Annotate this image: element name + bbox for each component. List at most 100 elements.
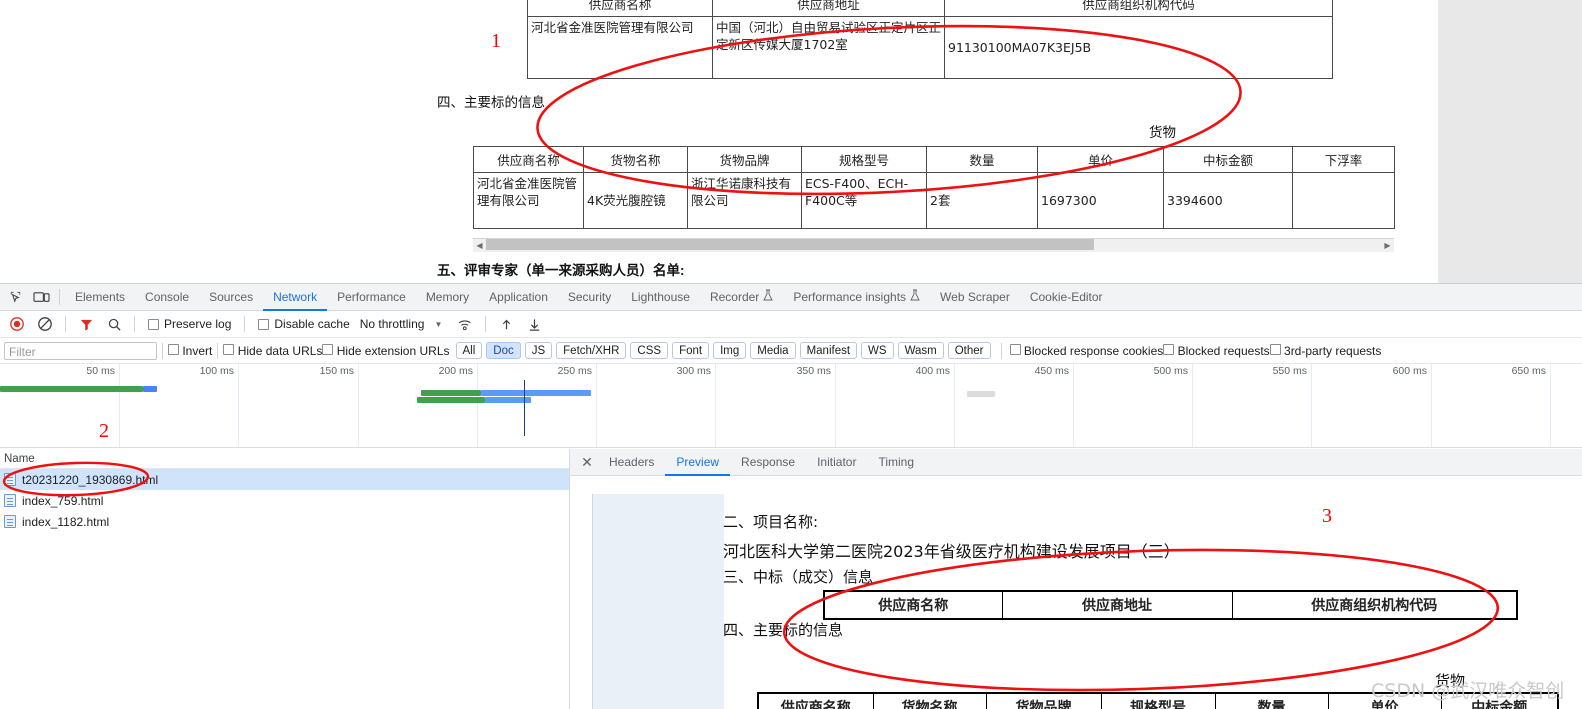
- detail-tab-preview[interactable]: Preview: [665, 449, 730, 476]
- preview-th-supplier-address: 供应商地址: [1002, 591, 1232, 619]
- overview-tick-label: 400 ms: [884, 365, 950, 377]
- disable-cache-label: Disable cache: [274, 317, 349, 331]
- request-detail-pane: ✕ HeadersPreviewResponseInitiatorTiming …: [570, 449, 1582, 709]
- tab-security[interactable]: Security: [558, 284, 621, 311]
- third-party-requests-box[interactable]: [1270, 344, 1281, 355]
- type-filter-js[interactable]: JS: [525, 342, 552, 359]
- request-row[interactable]: index_1182.html: [0, 511, 569, 532]
- wifi-icon[interactable]: [452, 312, 478, 336]
- throttling-select[interactable]: No throttling: [360, 317, 425, 331]
- blocked-requests-label: Blocked requests: [1178, 344, 1270, 358]
- annotation-number-2: 2: [99, 420, 109, 443]
- detail-tab-response[interactable]: Response: [730, 449, 806, 476]
- invert-box[interactable]: [168, 344, 179, 355]
- devtools-tabbar: ElementsConsoleSources Network Performance…: [0, 284, 1582, 311]
- overview-gridline: [477, 364, 478, 447]
- scroll-left-arrow[interactable]: ◀: [473, 239, 486, 252]
- type-filter-wasm[interactable]: Wasm: [898, 342, 944, 359]
- clear-icon[interactable]: [32, 312, 58, 336]
- resource-type-filters: AllDoc JSFetch/XHRCSSFontImgMedia Manifest…: [454, 342, 993, 359]
- import-har-icon[interactable]: [493, 312, 519, 336]
- chevron-down-icon[interactable]: ▼: [434, 320, 442, 329]
- tab-web-scraper[interactable]: Web Scraper: [930, 284, 1020, 311]
- hide-extension-urls-box[interactable]: [322, 344, 333, 355]
- tab-memory[interactable]: Memory: [416, 284, 479, 311]
- tab-sources[interactable]: Sources: [199, 284, 263, 311]
- network-overview-timeline[interactable]: 50 ms100 ms150 ms200 ms250 ms300 ms350 m…: [0, 364, 1582, 448]
- type-filter-all[interactable]: All: [456, 342, 483, 359]
- hide-data-urls-label: Hide data URLs: [238, 344, 323, 358]
- filter-input[interactable]: Filter: [4, 342, 157, 360]
- tab-elements[interactable]: Elements: [65, 284, 135, 311]
- tab-performance[interactable]: Performance: [327, 284, 416, 311]
- blocked-requests-checkbox[interactable]: Blocked requests: [1163, 344, 1269, 358]
- type-filter-img[interactable]: Img: [713, 342, 746, 359]
- detail-tab-initiator[interactable]: Initiator: [806, 449, 867, 476]
- type-filter-css[interactable]: CSS: [630, 342, 668, 359]
- goods-table-hscrollbar[interactable]: ◀ ▶: [473, 238, 1394, 251]
- filterbar-divider-3: [1001, 343, 1002, 359]
- detail-tab-headers[interactable]: Headers: [598, 449, 665, 476]
- td-goods-model: ECS-F400、ECH-F400C等: [802, 173, 927, 229]
- disable-cache-checkbox[interactable]: Disable cache: [258, 317, 349, 331]
- search-icon[interactable]: [101, 312, 127, 336]
- tab-recorder[interactable]: Recorder: [700, 284, 783, 311]
- blocked-response-cookies-box[interactable]: [1010, 344, 1021, 355]
- close-icon[interactable]: ✕: [576, 451, 598, 473]
- tab-performance-insights[interactable]: Performance insights: [783, 284, 930, 311]
- overview-tick-label: 300 ms: [645, 365, 711, 377]
- type-filter-ws[interactable]: WS: [861, 342, 894, 359]
- hide-extension-urls-checkbox[interactable]: Hide extension URLs: [322, 344, 449, 358]
- table-header-row: 供应商名称 供应商地址 供应商组织机构代码: [528, 0, 1333, 17]
- type-filter-font[interactable]: Font: [672, 342, 709, 359]
- inspect-element-icon[interactable]: [2, 285, 28, 309]
- overview-gridline: [835, 364, 836, 447]
- tab-console[interactable]: Console: [135, 284, 199, 311]
- detail-tabbar: ✕ HeadersPreviewResponseInitiatorTiming: [570, 449, 1582, 476]
- toolbar-divider-1: [65, 316, 66, 332]
- filter-icon[interactable]: [73, 312, 99, 336]
- blocked-response-cookies-checkbox[interactable]: Blocked response cookies: [1010, 344, 1164, 358]
- tab-application[interactable]: Application: [479, 284, 558, 311]
- device-toolbar-icon[interactable]: [28, 285, 54, 309]
- overview-tick-label: 200 ms: [407, 365, 473, 377]
- invert-checkbox[interactable]: Invert: [168, 344, 212, 358]
- tab-label: Network: [273, 284, 317, 311]
- preserve-log-box[interactable]: [148, 319, 159, 330]
- preview-project-label: 二、项目名称:: [723, 511, 818, 532]
- tab-lighthouse[interactable]: Lighthouse: [621, 284, 700, 311]
- overview-tick-label: 100 ms: [168, 365, 234, 377]
- overview-gridline: [1073, 364, 1074, 447]
- request-row[interactable]: t20231220_1930869.html: [0, 469, 569, 490]
- preserve-log-checkbox[interactable]: Preserve log: [148, 317, 231, 331]
- hide-data-urls-checkbox[interactable]: Hide data URLs: [223, 344, 322, 358]
- document-icon: [4, 473, 16, 486]
- bar-segment-download: [421, 390, 481, 396]
- tab-network[interactable]: Network: [263, 284, 327, 311]
- request-row[interactable]: index_759.html: [0, 490, 569, 511]
- type-filter-doc[interactable]: Doc: [486, 342, 520, 359]
- th-goods-discount: 下浮率: [1293, 147, 1395, 173]
- scroll-right-arrow[interactable]: ▶: [1381, 239, 1394, 252]
- detail-tab-timing[interactable]: Timing: [867, 449, 925, 476]
- tabbar-divider: [59, 289, 60, 305]
- beaker-icon: [910, 284, 920, 311]
- hscroll-thumb[interactable]: [486, 239, 1094, 250]
- overview-gridline: [715, 364, 716, 447]
- record-icon[interactable]: [4, 312, 30, 336]
- goods-row: 河北省金准医院管理有限公司 4K荧光腹腔镜 浙江华诺康科技有限公司 ECS-F4…: [474, 173, 1395, 229]
- disable-cache-box[interactable]: [258, 319, 269, 330]
- tab-cookie-editor[interactable]: Cookie-Editor: [1020, 284, 1113, 311]
- blocked-requests-box[interactable]: [1163, 344, 1174, 355]
- type-filter-other[interactable]: Other: [948, 342, 991, 359]
- blocked-response-cookies-label: Blocked response cookies: [1024, 344, 1163, 358]
- type-filter-media[interactable]: Media: [750, 342, 795, 359]
- tab-label: Application: [489, 284, 548, 311]
- filterbar-divider-1: [162, 343, 163, 359]
- export-har-icon[interactable]: [521, 312, 547, 336]
- hscroll-track[interactable]: [486, 239, 1381, 252]
- third-party-requests-checkbox[interactable]: 3rd-party requests: [1270, 344, 1382, 358]
- type-filter-fetch-xhr[interactable]: Fetch/XHR: [556, 342, 626, 359]
- hide-data-urls-box[interactable]: [223, 344, 234, 355]
- type-filter-manifest[interactable]: Manifest: [800, 342, 857, 359]
